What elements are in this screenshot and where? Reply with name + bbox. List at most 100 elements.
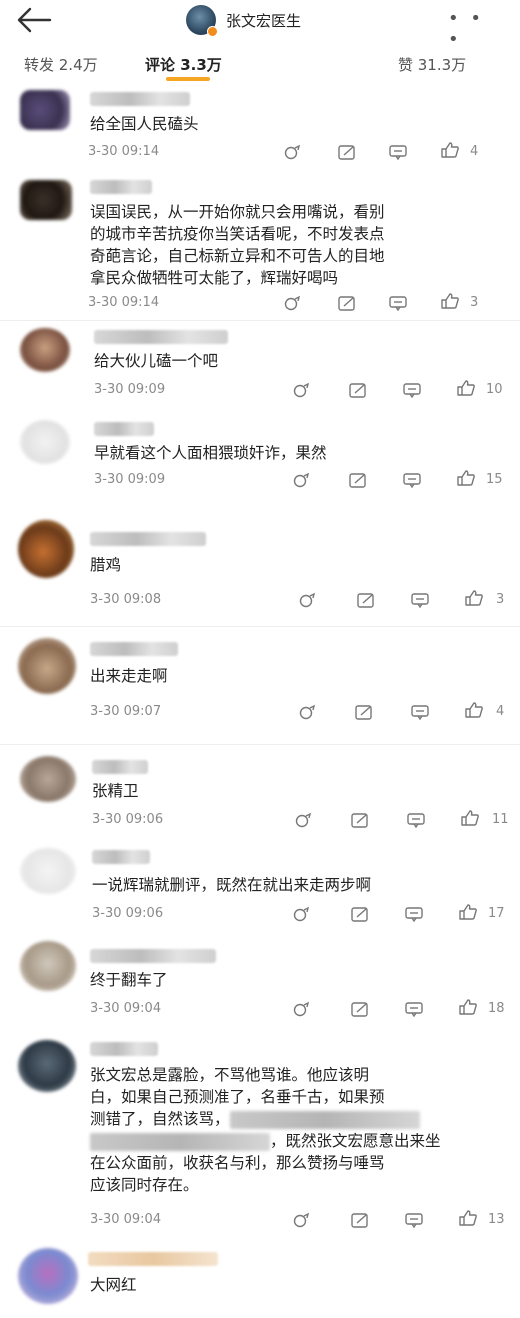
repost-icon[interactable] (298, 592, 318, 608)
reply-icon[interactable] (388, 295, 408, 311)
avatar[interactable] (20, 328, 70, 372)
divider (0, 626, 520, 627)
comment-text: 终于翻车了 (90, 971, 168, 989)
like-count: 3 (496, 592, 505, 607)
like-icon[interactable] (464, 590, 484, 606)
username-blurred[interactable] (90, 1042, 158, 1056)
comment-text: 出来走走啊 (90, 667, 168, 685)
like-count: 4 (496, 704, 505, 719)
edit-icon[interactable] (348, 472, 368, 488)
comment-item: 给全国人民磕头 3-30 09:14 4 (0, 84, 520, 174)
like-icon[interactable] (458, 999, 478, 1015)
verified-badge-icon (207, 26, 218, 37)
comment-item: 终于翻车了 3-30 09:04 18 (0, 935, 520, 1030)
back-arrow-icon[interactable] (16, 6, 52, 34)
repost-icon[interactable] (292, 1001, 312, 1017)
repost-icon[interactable] (292, 472, 312, 488)
edit-icon[interactable] (350, 1212, 370, 1228)
username-blurred[interactable] (92, 850, 150, 864)
avatar[interactable] (20, 420, 70, 464)
tab-comments[interactable]: 评论 3.3万 (145, 54, 222, 75)
like-icon[interactable] (456, 470, 476, 486)
reply-icon[interactable] (402, 472, 422, 488)
reply-icon[interactable] (404, 906, 424, 922)
edit-icon[interactable] (354, 704, 374, 720)
comment-time: 3-30 09:04 (90, 1001, 162, 1016)
avatar[interactable] (18, 1040, 76, 1092)
edit-icon[interactable] (337, 144, 357, 160)
edit-icon[interactable] (350, 906, 370, 922)
comment-item: 大网红 (0, 1240, 520, 1318)
comment-text: 给大伙儿磕一个吧 (94, 352, 219, 370)
repost-icon[interactable] (298, 704, 318, 720)
comment-time: 3-30 09:06 (92, 906, 164, 921)
edit-icon[interactable] (348, 382, 368, 398)
like-icon[interactable] (440, 142, 460, 158)
like-icon[interactable] (460, 810, 480, 826)
username-blurred[interactable] (92, 760, 148, 774)
reply-icon[interactable] (388, 144, 408, 160)
avatar[interactable] (20, 90, 70, 130)
account-avatar[interactable] (186, 5, 218, 37)
comment-item: 腊鸡 3-30 09:08 3 (0, 512, 520, 622)
like-count: 18 (488, 1001, 505, 1016)
avatar[interactable] (20, 941, 76, 991)
comment-text: 腊鸡 (90, 556, 122, 574)
avatar[interactable] (20, 180, 72, 220)
username-blurred[interactable] (90, 949, 216, 963)
tab-repost[interactable]: 转发 2.4万 (24, 54, 98, 75)
comment-text: 一说辉瑞就删评，既然在就出来走两步啊 (92, 876, 372, 894)
avatar[interactable] (18, 1248, 78, 1304)
active-tab-indicator (166, 77, 210, 81)
account-header[interactable]: 张文宏医生 (186, 5, 301, 37)
avatar[interactable] (18, 520, 74, 578)
avatar[interactable] (20, 756, 76, 802)
comment-text: 给全国人民磕头 (90, 115, 199, 133)
username-blurred[interactable] (90, 92, 190, 106)
edit-icon[interactable] (356, 592, 376, 608)
username-blurred[interactable] (94, 422, 154, 436)
repost-icon[interactable] (294, 812, 314, 828)
reply-icon[interactable] (402, 382, 422, 398)
reply-icon[interactable] (406, 812, 426, 828)
account-name[interactable]: 张文宏医生 (226, 10, 301, 31)
comment-item: 给大伙儿磕一个吧 3-30 09:09 10 (0, 322, 520, 412)
like-icon[interactable] (440, 293, 460, 309)
like-count: 13 (488, 1212, 505, 1227)
edit-icon[interactable] (337, 295, 357, 311)
reply-icon[interactable] (404, 1001, 424, 1017)
repost-icon[interactable] (292, 382, 312, 398)
edit-icon[interactable] (350, 812, 370, 828)
repost-icon[interactable] (292, 906, 312, 922)
avatar[interactable] (18, 638, 76, 694)
repost-icon[interactable] (283, 144, 303, 160)
comment-item: 张精卫 3-30 09:06 11 (0, 748, 520, 838)
top-bar: 张文宏医生 • • • (0, 0, 520, 50)
redacted-text (229, 1110, 420, 1129)
username-blurred[interactable] (90, 642, 178, 656)
like-icon[interactable] (456, 380, 476, 396)
repost-icon[interactable] (283, 295, 303, 311)
like-count: 3 (470, 295, 479, 310)
like-icon[interactable] (458, 904, 478, 920)
reply-icon[interactable] (410, 704, 430, 720)
like-icon[interactable] (458, 1210, 478, 1226)
username-blurred[interactable] (90, 180, 152, 194)
comment-time: 3-30 09:14 (88, 144, 160, 159)
more-options-icon[interactable]: • • • (448, 8, 488, 50)
username-blurred[interactable] (94, 330, 228, 344)
comment-text: 早就看这个人面相猥琐奸诈，果然 (94, 444, 327, 462)
reply-icon[interactable] (410, 592, 430, 608)
comment-text: 张精卫 (92, 782, 139, 800)
like-icon[interactable] (464, 702, 484, 718)
comment-text: 误国误民，从一开始你就只会用嘴说，看别 的城市辛苦抗疫你当笑话看呢，不时发表点 … (90, 203, 385, 287)
username-blurred[interactable] (90, 532, 206, 546)
comment-text: 张文宏总是露脸，不骂他骂谁。他应该明 白，如果自己预测准了，名垂千古，如果预 测… (90, 1066, 441, 1194)
tab-likes[interactable]: 赞 31.3万 (398, 54, 466, 75)
avatar[interactable] (20, 848, 76, 894)
reply-icon[interactable] (404, 1212, 424, 1228)
username-blurred[interactable] (88, 1252, 218, 1266)
comment-time: 3-30 09:14 (88, 295, 160, 310)
edit-icon[interactable] (350, 1001, 370, 1017)
repost-icon[interactable] (292, 1212, 312, 1228)
